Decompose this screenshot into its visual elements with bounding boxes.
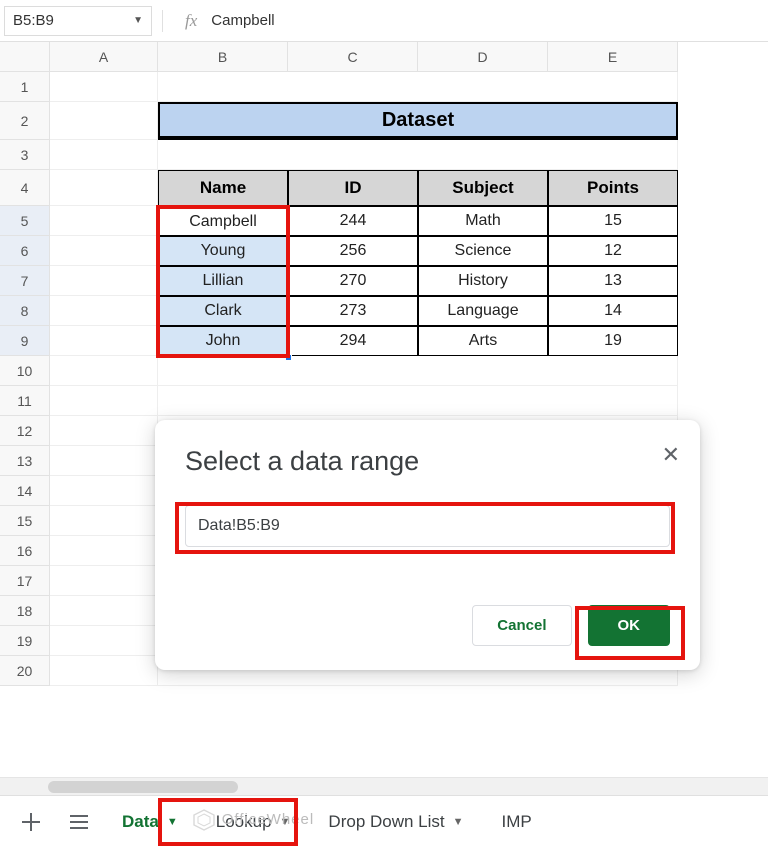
row-header[interactable]: 11 (0, 386, 50, 416)
table-cell[interactable]: 12 (548, 236, 678, 266)
table-cell[interactable]: Campbell (158, 206, 288, 236)
row-header[interactable]: 1 (0, 72, 50, 102)
row-header[interactable]: 18 (0, 596, 50, 626)
column-headers: A B C D E (0, 42, 768, 72)
horizontal-scrollbar[interactable] (0, 777, 768, 795)
row-header[interactable]: 7 (0, 266, 50, 296)
select-data-range-dialog: Select a data range ✕ Cancel OK (155, 420, 700, 670)
all-sheets-button[interactable] (58, 802, 100, 842)
table-cell[interactable]: 294 (288, 326, 418, 356)
toolbar: B5:B9 ▼ fx Campbell (0, 0, 768, 42)
chevron-down-icon: ▼ (453, 816, 464, 828)
watermark-icon (192, 808, 216, 832)
row-header[interactable]: 17 (0, 566, 50, 596)
col-header-B[interactable]: B (158, 42, 288, 72)
table-header-points[interactable]: Points (548, 170, 678, 206)
row-header[interactable]: 15 (0, 506, 50, 536)
divider (162, 10, 163, 32)
add-sheet-button[interactable] (10, 802, 52, 842)
table-cell[interactable]: John (158, 326, 288, 356)
row-header[interactable]: 20 (0, 656, 50, 686)
sheet-tab-label: Lookup (216, 812, 272, 832)
fx-icon: fx (185, 11, 197, 31)
table-cell[interactable]: 13 (548, 266, 678, 296)
close-icon[interactable]: ✕ (662, 444, 680, 466)
menu-icon (70, 815, 88, 829)
col-header-C[interactable]: C (288, 42, 418, 72)
row-header[interactable]: 2 (0, 102, 50, 140)
table-cell[interactable]: 244 (288, 206, 418, 236)
plus-icon (22, 813, 40, 831)
row-header[interactable]: 19 (0, 626, 50, 656)
table-cell[interactable]: Science (418, 236, 548, 266)
name-box[interactable]: B5:B9 ▼ (4, 6, 152, 36)
col-header-E[interactable]: E (548, 42, 678, 72)
row-header[interactable]: 8 (0, 296, 50, 326)
row-header[interactable]: 16 (0, 536, 50, 566)
chevron-down-icon: ▼ (280, 816, 291, 828)
select-all-corner[interactable] (0, 42, 50, 72)
chevron-down-icon: ▼ (133, 15, 143, 26)
table-cell[interactable]: Lillian (158, 266, 288, 296)
row-header[interactable]: 14 (0, 476, 50, 506)
chevron-down-icon: ▼ (167, 816, 178, 828)
row-header[interactable]: 10 (0, 356, 50, 386)
sheet-tab-label: IMP (502, 812, 532, 832)
scroll-thumb[interactable] (48, 781, 238, 793)
table-header-name[interactable]: Name (158, 170, 288, 206)
sheet-tab-label: Drop Down List (328, 812, 444, 832)
table-cell[interactable]: Arts (418, 326, 548, 356)
sheet-tab-strip: Data ▼ Lookup ▼ OfficeWheel Drop Down Li… (0, 795, 768, 847)
table-cell[interactable]: Math (418, 206, 548, 236)
sheet-tab-data[interactable]: Data ▼ (106, 802, 194, 842)
table-cell[interactable]: 15 (548, 206, 678, 236)
selection-fill-handle[interactable] (285, 354, 292, 361)
sheet-tab-lookup[interactable]: Lookup ▼ OfficeWheel (200, 802, 307, 842)
table-cell[interactable]: 273 (288, 296, 418, 326)
table-cell[interactable]: 14 (548, 296, 678, 326)
table-cell[interactable]: Young (158, 236, 288, 266)
row-header[interactable]: 9 (0, 326, 50, 356)
table-cell[interactable]: 256 (288, 236, 418, 266)
table-header-subject[interactable]: Subject (418, 170, 548, 206)
row-header[interactable]: 12 (0, 416, 50, 446)
table-cell[interactable]: 270 (288, 266, 418, 296)
row-header[interactable]: 6 (0, 236, 50, 266)
dialog-title: Select a data range (185, 446, 670, 477)
sheet-tab-dropdown[interactable]: Drop Down List ▼ (312, 802, 479, 842)
table-cell[interactable]: History (418, 266, 548, 296)
row-header[interactable]: 4 (0, 170, 50, 206)
table-cell[interactable]: Clark (158, 296, 288, 326)
sheet-tab-imp[interactable]: IMP (486, 802, 548, 842)
col-header-A[interactable]: A (50, 42, 158, 72)
row-header[interactable]: 3 (0, 140, 50, 170)
dataset-title[interactable]: Dataset (158, 102, 678, 140)
sheet-tab-label: Data (122, 812, 159, 832)
cancel-button[interactable]: Cancel (472, 605, 571, 646)
row-header[interactable]: 13 (0, 446, 50, 476)
ok-button[interactable]: OK (588, 605, 671, 646)
data-range-input[interactable] (185, 505, 670, 547)
table-cell[interactable]: 19 (548, 326, 678, 356)
name-box-value: B5:B9 (13, 12, 54, 29)
row-header[interactable]: 5 (0, 206, 50, 236)
table-header-id[interactable]: ID (288, 170, 418, 206)
formula-bar[interactable]: Campbell (211, 12, 274, 29)
table-cell[interactable]: Language (418, 296, 548, 326)
col-header-D[interactable]: D (418, 42, 548, 72)
